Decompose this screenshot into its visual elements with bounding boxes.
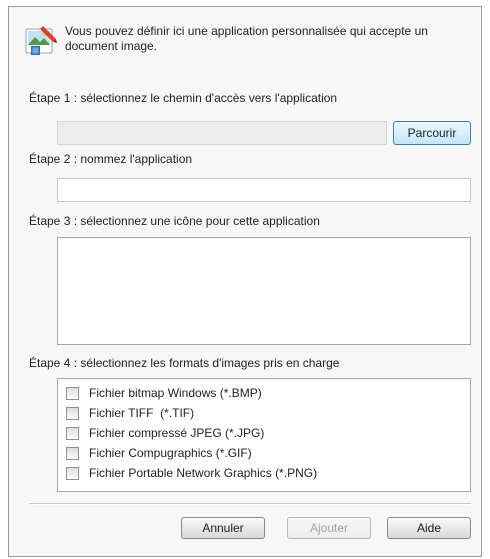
step1-label: Étape 1 : sélectionnez le chemin d'accès… <box>29 91 338 105</box>
checkbox[interactable] <box>66 466 79 480</box>
format-option-png[interactable]: Fichier Portable Network Graphics (*.PNG… <box>58 463 470 483</box>
add-button[interactable]: Ajouter <box>287 517 371 539</box>
checkbox[interactable] <box>66 386 79 400</box>
icon-selection-list[interactable] <box>57 237 471 345</box>
footer-separator <box>29 503 471 505</box>
format-label: Fichier Portable Network Graphics (*.PNG… <box>89 466 318 480</box>
checkbox[interactable] <box>66 426 79 440</box>
step3-label: Étape 3 : sélectionnez une icône pour ce… <box>29 214 320 228</box>
format-option-bmp[interactable]: Fichier bitmap Windows (*.BMP) <box>58 383 470 403</box>
image-formats-list: Fichier bitmap Windows (*.BMP) Fichier T… <box>57 378 471 492</box>
dialog-header: Vous pouvez définir ici une application … <box>23 21 473 61</box>
cancel-button[interactable]: Annuler <box>181 517 265 539</box>
application-name-field[interactable] <box>57 178 471 202</box>
format-option-tif[interactable]: Fichier TIFF (*.TIF) <box>58 403 470 423</box>
format-option-jpg[interactable]: Fichier compressé JPEG (*.JPG) <box>58 423 470 443</box>
checkbox[interactable] <box>66 446 79 460</box>
application-image-icon <box>25 26 57 55</box>
checkbox[interactable] <box>66 406 79 420</box>
help-button[interactable]: Aide <box>387 517 471 539</box>
application-path-field[interactable] <box>57 121 387 145</box>
step2-label: Étape 2 : nommez l'application <box>29 152 193 166</box>
format-option-gif[interactable]: Fichier Compugraphics (*.GIF) <box>58 443 470 463</box>
step4-label: Étape 4 : sélectionnez les formats d'ima… <box>29 356 340 370</box>
browse-button[interactable]: Parcourir <box>393 121 471 145</box>
format-label: Fichier compressé JPEG (*.JPG) <box>89 426 265 440</box>
format-label: Fichier TIFF (*.TIF) <box>89 406 195 420</box>
dialog-description: Vous pouvez définir ici une application … <box>65 24 428 53</box>
format-label: Fichier Compugraphics (*.GIF) <box>89 446 252 460</box>
format-label: Fichier bitmap Windows (*.BMP) <box>89 386 262 400</box>
custom-application-dialog: Vous pouvez définir ici une application … <box>8 6 482 557</box>
